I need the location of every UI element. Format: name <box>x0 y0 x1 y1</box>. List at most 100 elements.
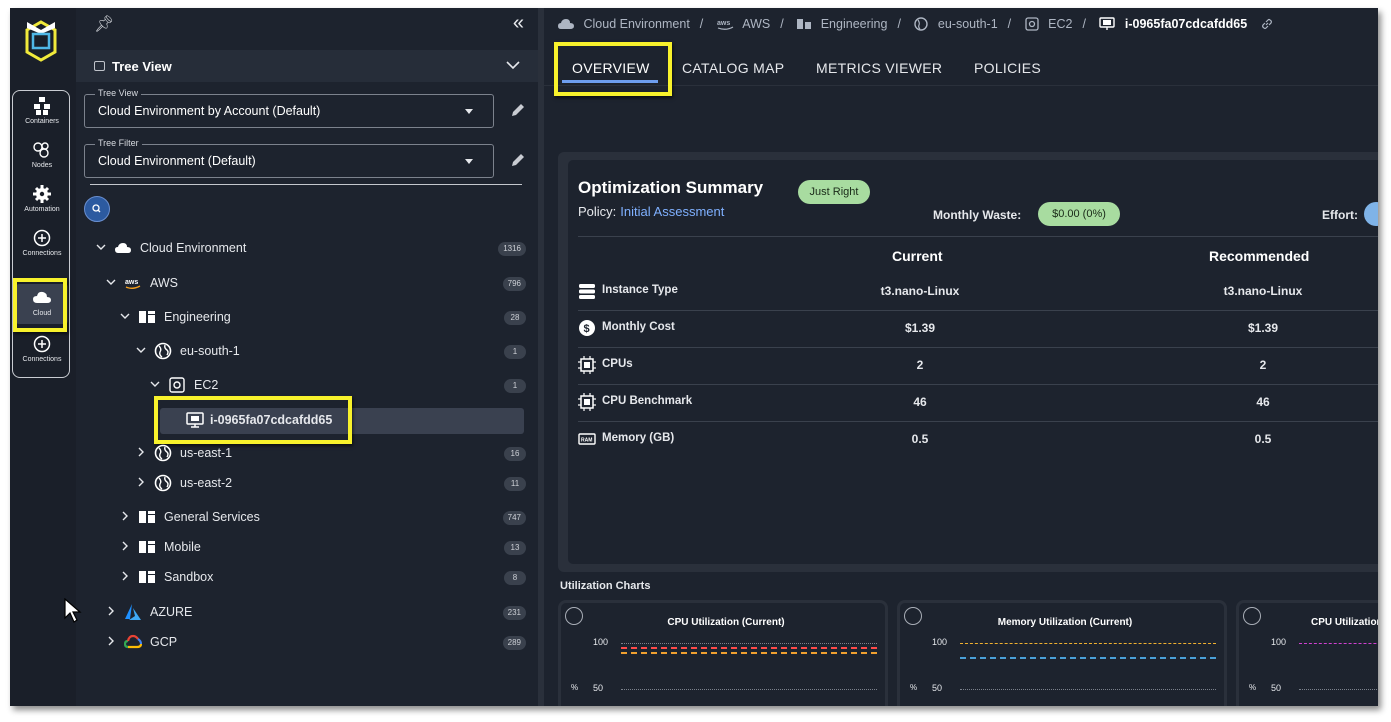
tree-item-ec2[interactable]: EC2 1 <box>76 374 538 398</box>
tree-item-label: AWS <box>150 276 179 290</box>
count-badge: 1 <box>504 379 526 393</box>
svg-text:aws: aws <box>717 20 730 27</box>
ram-icon: RAM <box>578 433 596 445</box>
rail-item-connections[interactable]: Connections <box>16 228 68 270</box>
chevron-right-icon[interactable] <box>136 477 146 487</box>
row-label: Memory (GB) <box>602 432 675 444</box>
y-axis-unit: % <box>571 683 579 692</box>
chevron-down-icon[interactable] <box>150 379 160 389</box>
count-badge: 1316 <box>498 242 526 256</box>
rail-item-connections-2[interactable]: Connections <box>16 334 68 376</box>
chip-icon <box>578 393 596 411</box>
tab-policies[interactable]: POLICIES <box>974 60 1041 76</box>
rail-item-label: Connections <box>22 250 62 257</box>
tab-metrics-viewer[interactable]: METRICS VIEWER <box>816 60 942 76</box>
chevron-right-icon[interactable] <box>136 447 146 457</box>
tree-filter-select[interactable]: Tree Filter Cloud Environment (Default) <box>84 138 494 178</box>
ec2-service-icon <box>1024 17 1039 31</box>
containers-icon <box>34 97 50 115</box>
cloud-icon <box>558 18 574 29</box>
tree-item-us-east-1[interactable]: us-east-1 16 <box>76 442 538 466</box>
breadcrumb-item[interactable]: Cloud Environment <box>583 17 689 31</box>
pin-icon[interactable]: 📌︎ <box>94 14 114 34</box>
table-row: $ Monthly Cost $1.39 $1.39 <box>578 309 1378 346</box>
account-icon <box>139 541 155 553</box>
y-axis-unit: % <box>1249 683 1257 692</box>
tree-item-eu-south-1[interactable]: eu-south-1 1 <box>76 340 538 364</box>
count-badge: 28 <box>504 311 526 325</box>
tree-item-cloud-environment[interactable]: Cloud Environment 1316 <box>76 237 538 261</box>
tree-item-label: Sandbox <box>164 570 214 584</box>
tree-item-gcp[interactable]: GCP 289 <box>76 631 538 655</box>
breadcrumb-item[interactable]: eu-south-1 <box>938 17 998 31</box>
edit-pencil-icon[interactable] <box>510 152 526 168</box>
link-icon[interactable] <box>1261 18 1273 30</box>
row-label: CPUs <box>602 358 633 370</box>
count-badge: 8 <box>504 571 526 585</box>
tree-item-mobile[interactable]: Mobile 13 <box>76 536 538 560</box>
table-row: CPU Benchmark 46 46 <box>578 383 1378 420</box>
tree-item-azure[interactable]: AZURE 231 <box>76 601 538 625</box>
tree-item-us-east-2[interactable]: us-east-2 11 <box>76 472 538 496</box>
tree-item-aws[interactable]: aws AWS 796 <box>76 272 538 296</box>
highlight-box-overview-tab <box>554 42 672 96</box>
chart-card-cpu-recommended: CPU Utilization 100 50 % <box>1236 600 1378 706</box>
tree-item-engineering[interactable]: Engineering 28 <box>76 306 538 330</box>
row-current-value: t3.nano-Linux <box>880 284 960 298</box>
tab-catalog-map[interactable]: CATALOG MAP <box>682 60 784 76</box>
row-recommended-value: 46 <box>1256 395 1270 409</box>
tree-panel: 📌︎ « Tree View Tree View Cloud Environme… <box>64 8 538 706</box>
tree-item-label: Cloud Environment <box>140 241 247 255</box>
row-current-value: 2 <box>916 358 924 372</box>
tree-item-sandbox[interactable]: Sandbox 8 <box>76 566 538 590</box>
policy-link[interactable]: Initial Assessment <box>620 204 724 219</box>
chevron-right-icon[interactable] <box>106 636 116 646</box>
chevron-down-icon[interactable] <box>96 242 106 252</box>
breadcrumb-item[interactable]: AWS <box>742 17 770 31</box>
edit-pencil-icon[interactable] <box>510 102 526 118</box>
rail-item-automation[interactable]: Automation <box>16 184 68 226</box>
rail-item-nodes[interactable]: Nodes <box>16 140 68 182</box>
app-logo-icon[interactable] <box>24 18 58 62</box>
count-badge: 1 <box>504 345 526 359</box>
plus-circle-icon <box>33 335 51 353</box>
monthly-waste-value: $0.00 (0%) <box>1038 202 1120 226</box>
rail-item-containers[interactable]: Containers <box>16 96 68 138</box>
status-badge: Just Right <box>798 180 870 204</box>
utilization-charts-title: Utilization Charts <box>560 580 651 592</box>
effort-label: Effort: <box>1322 208 1358 222</box>
tree-item-general-services[interactable]: General Services 747 <box>76 506 538 530</box>
count-badge: 747 <box>502 511 526 525</box>
tree-view-header[interactable]: Tree View <box>76 50 538 82</box>
count-badge: 11 <box>504 477 526 491</box>
series-line-orange <box>960 643 1216 644</box>
chevron-right-icon[interactable] <box>106 606 116 616</box>
y-tick-label: 50 <box>932 683 943 693</box>
chart-card-cpu-current: CPU Utilization (Current) 100 50 % <box>558 600 888 706</box>
y-tick-label: 100 <box>1271 637 1287 647</box>
monthly-waste-label: Monthly Waste: <box>933 208 1022 222</box>
plus-circle-icon <box>33 229 51 247</box>
count-badge: 796 <box>502 277 526 291</box>
tree-search-button[interactable] <box>84 196 110 222</box>
chevron-right-icon[interactable] <box>120 541 130 551</box>
expand-icon[interactable] <box>1243 607 1261 625</box>
aws-logo-icon: aws <box>717 20 734 30</box>
breadcrumb-item[interactable]: Engineering <box>821 17 888 31</box>
chart-title: CPU Utilization <box>1311 617 1378 628</box>
breadcrumb-item[interactable]: EC2 <box>1048 17 1072 31</box>
chevron-down-icon[interactable] <box>120 311 130 321</box>
chevron-right-icon[interactable] <box>120 571 130 581</box>
tree-view-select[interactable]: Tree View Cloud Environment by Account (… <box>84 88 494 128</box>
globe-icon <box>914 17 929 31</box>
chevron-down-icon[interactable] <box>506 58 520 72</box>
account-icon <box>139 511 155 523</box>
chevron-right-icon[interactable] <box>120 511 130 521</box>
chip-icon <box>578 356 596 374</box>
grid-line <box>621 689 877 690</box>
collapse-panel-icon[interactable]: « <box>513 12 524 35</box>
chevron-down-icon[interactable] <box>136 345 146 355</box>
layers-icon <box>579 284 595 299</box>
dropdown-caret-icon <box>465 159 473 164</box>
chevron-down-icon[interactable] <box>106 277 116 287</box>
